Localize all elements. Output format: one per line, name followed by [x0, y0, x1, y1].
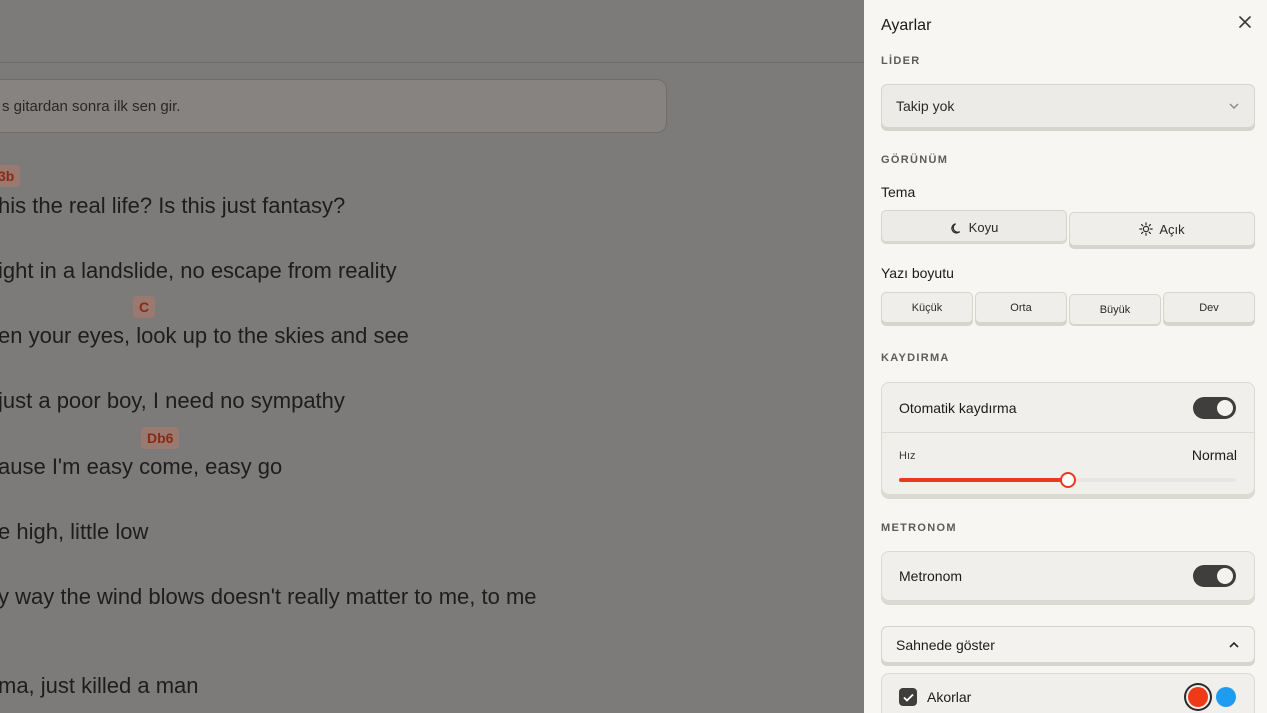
chord-color-swatch-red[interactable]	[1188, 687, 1208, 707]
leader-select[interactable]: Takip yok	[881, 84, 1255, 128]
font-size-medium-label: Orta	[1010, 301, 1032, 314]
theme-label: Tema	[881, 184, 916, 200]
font-size-large-label: Büyük	[1099, 303, 1131, 316]
speed-slider-fill	[899, 478, 1068, 482]
lyric-line: y way the wind blows doesn't really matt…	[0, 584, 537, 609]
speed-value: Normal	[1191, 447, 1237, 463]
performance-note: s gitardan sonra ilk sen gir.	[0, 79, 667, 133]
lyric-line: his the real life? Is this just fantasy?	[0, 193, 346, 218]
font-size-large-button[interactable]: Büyük	[1069, 294, 1161, 325]
lyric-line: ma, just killed a man	[0, 673, 199, 698]
theme-dark-label: Koyu	[968, 219, 999, 235]
close-icon	[1239, 16, 1251, 28]
lyric-line: just a poor boy, I need no sympathy	[0, 388, 345, 413]
font-size-small-button[interactable]: Küçük	[881, 292, 973, 323]
close-button[interactable]	[1235, 12, 1255, 32]
chevron-up-icon	[1229, 641, 1239, 648]
lyric-line: ause I'm easy come, easy go	[0, 454, 283, 479]
leader-select-value: Takip yok	[896, 98, 955, 114]
chord-color-swatch-blue[interactable]	[1216, 687, 1236, 707]
lyric-line: ight in a landslide, no escape from real…	[0, 258, 397, 283]
lyrics-view: s gitardan sonra ilk sen gir. 3b his the…	[0, 0, 864, 713]
card-divider	[882, 432, 1254, 433]
toggle-knob	[1217, 568, 1233, 584]
moon-icon	[950, 222, 960, 234]
speed-slider[interactable]	[899, 472, 1236, 488]
font-size-selector: Küçük Orta Büyük Dev	[881, 292, 1255, 325]
metronome-card: Metronom	[881, 551, 1255, 601]
lyric-line: en your eyes, look up to the skies and s…	[0, 323, 409, 348]
chevron-down-icon	[1229, 103, 1239, 109]
performance-note-text: s gitardan sonra ilk sen gir.	[2, 98, 181, 115]
sun-icon	[1139, 222, 1154, 236]
chord-label[interactable]: C	[133, 296, 156, 318]
chord-label[interactable]: 3b	[0, 165, 21, 187]
chords-checkbox[interactable]	[899, 688, 917, 706]
theme-selector: Koyu Açık	[881, 210, 1255, 246]
lyric-line: e high, little low	[0, 519, 149, 544]
chord-label[interactable]: Db6	[141, 427, 180, 449]
scroll-card: Otomatik kaydırma Hız Normal	[881, 382, 1255, 495]
theme-light-label: Açık	[1159, 221, 1185, 237]
chords-label: Akorlar	[927, 689, 972, 705]
scroll-section-label: KAYDIRMA	[881, 352, 950, 364]
lyrics-header	[0, 0, 864, 63]
metronome-toggle[interactable]	[1193, 565, 1236, 587]
metronome-label: Metronom	[899, 568, 963, 584]
font-size-huge-button[interactable]: Dev	[1163, 292, 1255, 323]
settings-panel: Ayarlar LİDER Takip yok GÖRÜNÜM Tema Koy…	[864, 0, 1267, 713]
font-size-medium-button[interactable]: Orta	[975, 292, 1067, 323]
check-icon	[902, 693, 914, 702]
metronome-section-label: METRONOM	[881, 522, 957, 534]
theme-dark-button[interactable]: Koyu	[881, 210, 1067, 244]
appearance-section-label: GÖRÜNÜM	[881, 154, 949, 166]
auto-scroll-toggle[interactable]	[1193, 397, 1236, 419]
leader-section-label: LİDER	[881, 55, 921, 67]
stage-display-header[interactable]: Sahnede göster	[881, 626, 1255, 663]
font-size-huge-label: Dev	[1199, 301, 1219, 314]
stage-options-card: Akorlar	[881, 673, 1255, 713]
panel-title: Ayarlar	[881, 17, 932, 34]
speed-slider-thumb[interactable]	[1059, 472, 1076, 488]
speed-label: Hız	[899, 450, 916, 462]
font-size-small-label: Küçük	[911, 301, 943, 314]
stage-display-label: Sahnede göster	[896, 636, 995, 653]
theme-light-button[interactable]: Açık	[1069, 212, 1255, 246]
auto-scroll-label: Otomatik kaydırma	[899, 400, 1017, 416]
font-size-label: Yazı boyutu	[881, 265, 954, 281]
toggle-knob	[1217, 400, 1233, 416]
